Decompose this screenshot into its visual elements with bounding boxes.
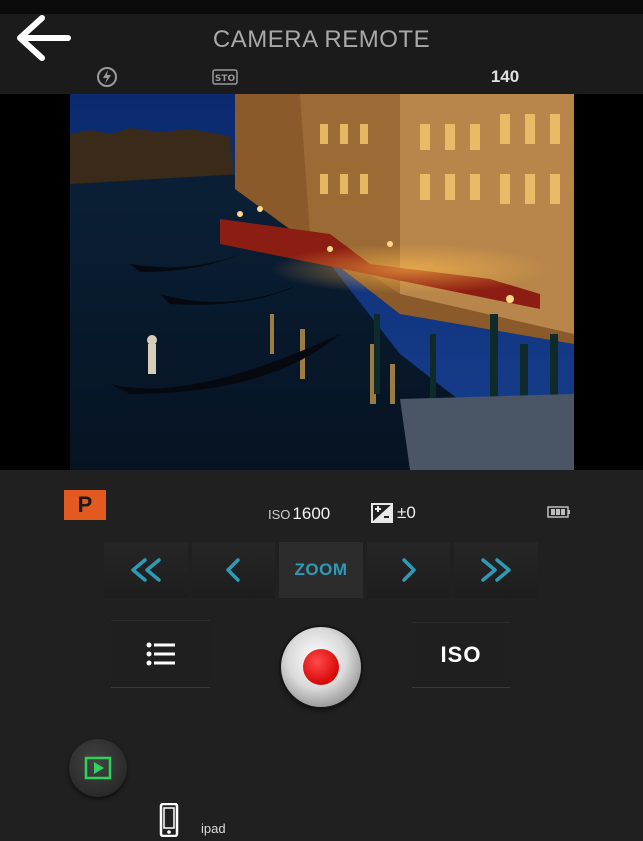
page-title: CAMERA REMOTE (212, 26, 431, 53)
viewfinder-image (70, 94, 574, 470)
device-name: ipad (201, 821, 226, 836)
double-chevron-right-icon (481, 558, 511, 582)
double-chevron-left-icon (131, 558, 161, 582)
sto-icon: STO (212, 69, 238, 85)
record-dot-icon (303, 649, 339, 685)
playback-button[interactable] (69, 739, 127, 797)
playback-icon (84, 756, 112, 780)
list-icon (146, 642, 175, 666)
live-view (0, 94, 643, 470)
device-icon (159, 803, 179, 837)
chevron-left-icon (226, 558, 241, 582)
iso-prefix: ISO (268, 507, 291, 522)
zoom-in-fast-button[interactable] (454, 542, 538, 598)
status-bar: STO 140 (0, 62, 643, 94)
exposure-compensation: ±0 (371, 502, 416, 524)
menu-button[interactable] (111, 620, 210, 688)
zoom-controls: ZOOM (104, 542, 538, 598)
zoom-out-fast-button[interactable] (104, 542, 188, 598)
iso-button-label: ISO (440, 642, 482, 667)
zoom-in-button[interactable] (366, 542, 451, 598)
shots-remaining: 140 (490, 67, 520, 86)
iso-readout: ISO 1600 (268, 504, 330, 524)
chevron-right-icon (401, 558, 416, 582)
top-bar: CAMERA REMOTE (0, 0, 643, 62)
iso-value: 1600 (292, 504, 331, 523)
battery-icon (547, 506, 570, 518)
svg-text:STO: STO (215, 74, 236, 84)
zoom-label: ZOOM (294, 560, 348, 579)
shooting-mode-badge: P (64, 490, 106, 520)
exposure-compensation-icon (371, 503, 393, 523)
ev-value: ±0 (397, 503, 416, 522)
shutter-button[interactable] (281, 627, 361, 707)
zoom-label-button[interactable]: ZOOM (279, 542, 363, 598)
iso-button[interactable]: ISO (412, 622, 510, 688)
zoom-out-button[interactable] (191, 542, 276, 598)
flash-off-icon (97, 67, 117, 87)
